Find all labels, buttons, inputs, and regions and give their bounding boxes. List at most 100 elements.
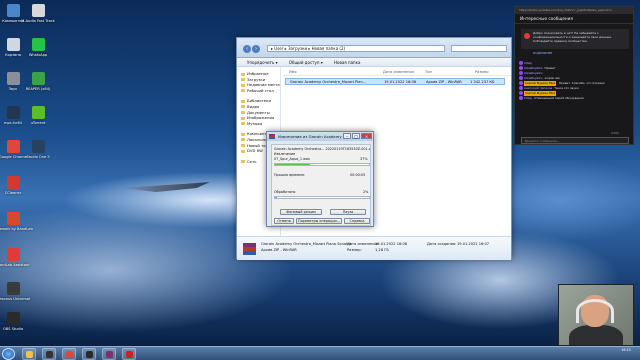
avatar xyxy=(519,61,523,65)
file-name: Grorain Academy Orchestra_Mozart Pian... xyxy=(290,80,367,84)
chat-text: Такое это звуки xyxy=(554,86,579,90)
chat-input[interactable]: Введите сообщение... xyxy=(521,137,629,144)
record-icon xyxy=(125,351,133,358)
desktop-icon-label: OBS Studio xyxy=(2,327,24,331)
clock-time: 16:10 xyxy=(621,348,631,352)
extract-dialog[interactable]: Извлечение из Grorain Academy ... – □ × … xyxy=(266,131,374,227)
dialog-titlebar[interactable]: Извлечение из Grorain Academy ... – □ × xyxy=(267,132,373,141)
chat-author: Vitaly xyxy=(524,61,533,65)
desktop-icon-12[interactable]: BandLab Assistant xyxy=(0,248,33,267)
chat-header[interactable]: Интересные сообщения xyxy=(515,14,633,24)
details-created-label: Дата создания: xyxy=(427,242,457,246)
desktop-icon-10[interactable]: CCleaner xyxy=(0,176,33,195)
current-file: 07_Spur_Aqua_1.wav xyxy=(274,157,310,161)
close-icon[interactable]: × xyxy=(361,133,372,139)
app-icon xyxy=(31,4,45,17)
app-icon xyxy=(6,312,20,325)
forward-icon[interactable]: › xyxy=(252,45,260,53)
chat-counter: 0/200 xyxy=(611,131,620,135)
column-headers: Имя Дата изменения Тип Размер xyxy=(283,68,511,76)
chrome-icon xyxy=(65,351,73,358)
maximize-icon[interactable]: □ xyxy=(352,133,360,139)
chat-url-bar[interactable]: https://studio.youtube.com/live_chat?v=_… xyxy=(515,7,633,14)
new-folder-button[interactable]: Новая папка xyxy=(334,60,361,65)
drive-icon xyxy=(241,144,245,148)
col-name[interactable]: Имя xyxy=(289,68,297,76)
app-icon xyxy=(6,176,20,189)
chat-author: AlinaRoyalko xyxy=(524,76,543,80)
app-icon xyxy=(31,140,45,153)
desktop-icon-5[interactable]: REAPER (x64) xyxy=(18,72,58,91)
system-tray-clock[interactable]: 16:10 xyxy=(614,348,638,353)
desktop-icon-3[interactable]: WhatsApp xyxy=(18,38,58,57)
explorer-icon xyxy=(25,351,33,358)
desktop-icon-label: Presonus Universal xyxy=(0,297,31,301)
details-type: Архив ZIP - WinRAR xyxy=(261,248,297,252)
search-input[interactable] xyxy=(451,45,507,52)
desktop-icon-14[interactable]: OBS Studio xyxy=(0,312,33,331)
share-button[interactable]: Общий доступ ▾ xyxy=(289,60,323,65)
organize-button[interactable]: Упорядочить ▾ xyxy=(247,60,278,65)
pause-button[interactable]: Пауза xyxy=(330,209,366,215)
chat-text: жорик мю xyxy=(544,76,560,80)
cancel-button[interactable]: Отмена xyxy=(274,218,294,224)
taskbar-winrar-icon[interactable] xyxy=(102,348,116,360)
chat-message[interactable]: Vitaly Отвечающий порой обсуждения xyxy=(519,96,631,101)
folder-icon xyxy=(241,116,245,120)
col-type[interactable]: Тип xyxy=(425,68,432,76)
taskbar-chrome-icon[interactable] xyxy=(62,348,76,360)
col-date[interactable]: Дата изменения xyxy=(383,68,414,76)
chat-text: Привет xyxy=(544,66,556,70)
details-date: 19.01.2022 16:08 xyxy=(375,242,408,246)
desktop-icon-label: Cakewalk by BandLab xyxy=(0,227,33,231)
folder-icon xyxy=(241,78,245,82)
taskbar-obs-icon[interactable] xyxy=(82,348,96,360)
desktop-icon-11[interactable]: Cakewalk by BandLab xyxy=(0,212,33,231)
winrar-icon xyxy=(269,134,275,139)
media-icon xyxy=(45,351,53,358)
banner-link[interactable]: ПОДРОБНЕЕ xyxy=(533,51,552,55)
taskbar-record-icon[interactable] xyxy=(122,348,136,360)
app-icon xyxy=(6,282,20,295)
winrar-icon xyxy=(243,243,256,255)
taskbar-explorer-icon[interactable] xyxy=(22,348,36,360)
desktop-icon-9[interactable]: Studio One 5 xyxy=(18,140,58,159)
dialog-body: Grorain Academy Orchestra... 20220119T16… xyxy=(271,144,371,226)
start-button[interactable] xyxy=(2,348,15,360)
library-icon xyxy=(241,99,245,103)
back-icon[interactable]: ‹ xyxy=(243,45,251,53)
winrar-icon xyxy=(105,351,113,358)
desktop-icon-1[interactable]: M-Audio Fast Track xyxy=(18,4,58,23)
taskbar-media-icon[interactable] xyxy=(42,348,56,360)
webcam-overlay xyxy=(558,284,634,346)
live-chat-window[interactable]: https://studio.youtube.com/live_chat?v=_… xyxy=(514,6,634,145)
chat-text: Отвечающий порой обсуждения xyxy=(534,96,584,100)
minimize-icon[interactable]: – xyxy=(343,133,351,139)
chat-author: AlinaRoyalko xyxy=(524,71,543,75)
background-button[interactable]: Фоновый режим xyxy=(280,209,322,215)
app-icon xyxy=(6,248,20,261)
avatar xyxy=(519,71,523,75)
total-progress-fill xyxy=(275,197,277,198)
app-icon xyxy=(31,106,45,119)
processed-percent: 2% xyxy=(363,190,369,194)
col-size[interactable]: Размер xyxy=(475,68,488,76)
file-row[interactable]: Grorain Academy Orchestra_Mozart Pian...… xyxy=(285,78,505,85)
desktop-icon-7[interactable]: uTorrent xyxy=(18,106,58,125)
warning-icon xyxy=(524,33,530,39)
explorer-titlebar[interactable]: ‹ › ▸ User ▸ Загрузки ▸ Новая папка (2) xyxy=(237,38,511,58)
explorer-nav-buttons: ‹ › xyxy=(243,45,261,53)
total-progress-bar xyxy=(274,196,370,199)
chat-welcome-banner: Добро пожаловать в чат! Не забывайте о к… xyxy=(521,29,629,49)
desktop-icon-13[interactable]: Presonus Universal xyxy=(0,282,33,301)
details-created: 19.01.2022 16:07 xyxy=(457,242,490,246)
details-name: Grorain Academy Orchestra_Mozart Piano S… xyxy=(261,242,352,246)
help-button[interactable]: Справка xyxy=(344,218,370,224)
network-icon xyxy=(241,160,245,164)
mode-button[interactable]: Параметры операции... xyxy=(296,218,342,224)
chat-messages: Vitaly AlinaRoyalko Привет AlinaRoyalko Alin… xyxy=(519,61,631,101)
chat-text: Привет. Спасибо, что показал xyxy=(558,81,605,85)
avatar xyxy=(519,81,523,85)
folder-icon xyxy=(241,89,245,93)
address-bar[interactable]: ▸ User ▸ Загрузки ▸ Новая папка (2) xyxy=(267,45,445,52)
